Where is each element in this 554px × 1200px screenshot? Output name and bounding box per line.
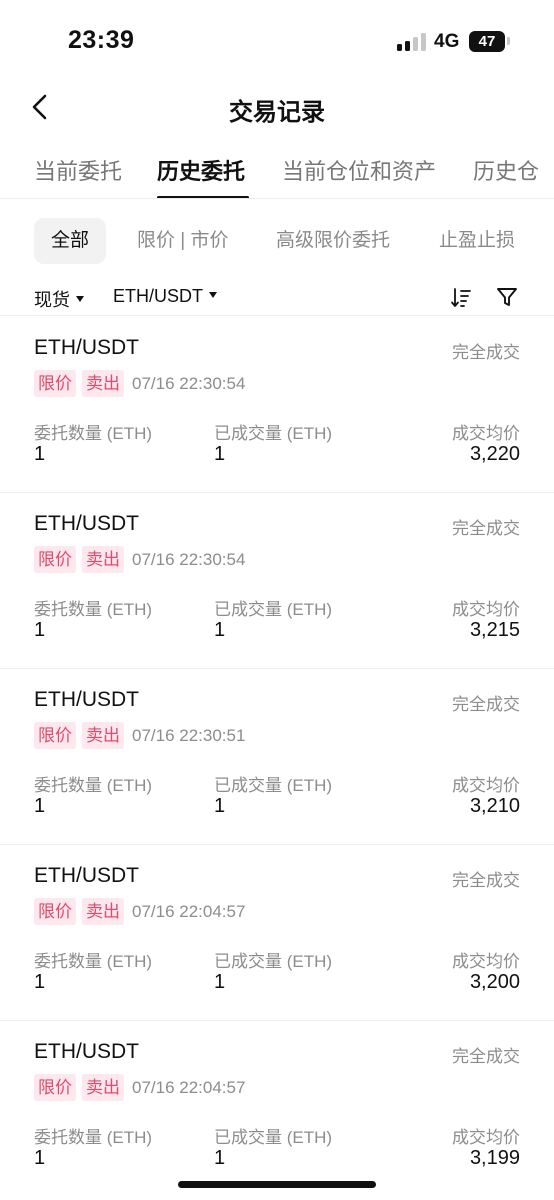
qty-value: 1 [34, 619, 46, 641]
filter-limit-market[interactable]: 限价 | 市价 [137, 218, 229, 264]
filter-row: 现货 ETH/USDT [0, 284, 554, 314]
order-status: 完全成交 [452, 1047, 520, 1066]
filter-advanced-limit[interactable]: 高级限价委托 [276, 218, 390, 264]
filled-value: 1 [214, 795, 226, 817]
avg-price-label: 成交均价 [452, 776, 520, 795]
filled-label: 已成交量 (ETH) [214, 776, 333, 795]
sort-icon [451, 288, 471, 307]
page-title: 交易记录 [229, 99, 325, 126]
status-time: 23:39 [68, 26, 135, 54]
tab-order-history[interactable]: 历史委托 [157, 154, 245, 186]
order-tags: 限价 卖出 07/16 22:30:51 [34, 722, 245, 749]
market-dropdown-label: 现货 [34, 290, 70, 310]
cellular-signal-icon [397, 33, 427, 51]
avg-price-label: 成交均价 [452, 1128, 520, 1147]
avg-price-label: 成交均价 [452, 600, 520, 619]
order-datetime: 07/16 22:30:54 [132, 550, 246, 569]
filter-funnel-icon [497, 288, 517, 306]
main-tabs: 当前委托 历史委托 当前仓位和资产 历史仓 [0, 150, 554, 199]
qty-value: 1 [34, 443, 46, 465]
order-datetime: 07/16 22:30:51 [132, 726, 246, 745]
status-bar: 23:39 4G 47 [0, 0, 554, 84]
order-status: 完全成交 [452, 343, 520, 362]
order-side-badge: 卖出 [82, 722, 124, 749]
order-status: 完全成交 [452, 695, 520, 714]
order-card[interactable]: ETH/USDT 完全成交 限价 卖出 07/16 22:04:57 委托数量 (E… [0, 1020, 554, 1196]
market-dropdown[interactable]: 现货 [34, 286, 84, 312]
avg-price-label: 成交均价 [452, 952, 520, 971]
filter-button[interactable] [495, 285, 519, 309]
filled-label: 已成交量 (ETH) [214, 600, 333, 619]
order-type-filters: 全部 限价 | 市价 高级限价委托 止盈止损 [0, 218, 554, 264]
order-type-badge: 限价 [34, 898, 76, 925]
trade-history-screen: 23:39 4G 47 交易记录 当前委托 历史委托 当前仓位和资产 历史仓 全… [0, 0, 554, 1200]
order-status: 完全成交 [452, 519, 520, 538]
filter-tp-sl[interactable]: 止盈止损 [439, 218, 515, 264]
tab-positions-assets[interactable]: 当前仓位和资产 [282, 154, 436, 186]
order-pair: ETH/USDT [34, 1040, 139, 1063]
order-datetime: 07/16 22:30:54 [132, 374, 246, 393]
filled-label: 已成交量 (ETH) [214, 952, 333, 971]
avg-price-value: 3,220 [469, 443, 520, 465]
order-card[interactable]: ETH/USDT 完全成交 限价 卖出 07/16 22:30:54 委托数量 (E… [0, 492, 554, 669]
filled-value: 1 [214, 971, 226, 993]
order-card[interactable]: ETH/USDT 完全成交 限价 卖出 07/16 22:30:51 委托数量 (E… [0, 668, 554, 845]
order-tags: 限价 卖出 07/16 22:04:57 [34, 1074, 245, 1101]
order-type-badge: 限价 [34, 370, 76, 397]
order-datetime: 07/16 22:04:57 [132, 902, 246, 921]
order-pair: ETH/USDT [34, 512, 139, 535]
order-tags: 限价 卖出 07/16 22:30:54 [34, 546, 245, 573]
order-side-badge: 卖出 [82, 1074, 124, 1101]
qty-value: 1 [34, 1147, 46, 1169]
battery-cap [507, 37, 510, 45]
home-indicator[interactable] [178, 1181, 376, 1188]
order-type-badge: 限价 [34, 546, 76, 573]
qty-label: 委托数量 (ETH) [34, 776, 153, 795]
qty-value: 1 [34, 971, 46, 993]
tab-open-orders[interactable]: 当前委托 [34, 154, 122, 186]
caret-down-icon [76, 296, 84, 303]
avg-price-value: 3,199 [469, 1147, 520, 1169]
filled-value: 1 [214, 443, 226, 465]
caret-down-icon [209, 292, 217, 299]
pair-dropdown[interactable]: ETH/USDT [113, 286, 217, 307]
order-tags: 限价 卖出 07/16 22:30:54 [34, 370, 245, 397]
order-pair: ETH/USDT [34, 336, 139, 359]
filled-value: 1 [214, 619, 226, 641]
qty-value: 1 [34, 795, 46, 817]
nav-bar: 交易记录 [0, 84, 554, 132]
order-type-badge: 限价 [34, 722, 76, 749]
order-side-badge: 卖出 [82, 898, 124, 925]
qty-label: 委托数量 (ETH) [34, 952, 153, 971]
qty-label: 委托数量 (ETH) [34, 1128, 153, 1147]
filled-value: 1 [214, 1147, 226, 1169]
order-pair: ETH/USDT [34, 864, 139, 887]
avg-price-value: 3,215 [469, 619, 520, 641]
active-tab-indicator [157, 196, 249, 198]
avg-price-value: 3,200 [469, 971, 520, 993]
battery-level: 47 [478, 33, 496, 50]
avg-price-label: 成交均价 [452, 424, 520, 443]
order-side-badge: 卖出 [82, 370, 124, 397]
order-type-badge: 限价 [34, 1074, 76, 1101]
sort-button[interactable] [450, 286, 472, 310]
order-status: 完全成交 [452, 871, 520, 890]
qty-label: 委托数量 (ETH) [34, 600, 153, 619]
battery-icon: 47 [469, 31, 505, 52]
tab-position-history[interactable]: 历史仓 [473, 154, 539, 186]
filter-all[interactable]: 全部 [34, 218, 107, 264]
order-card[interactable]: ETH/USDT 完全成交 限价 卖出 07/16 22:30:54 委托数量 (E… [0, 316, 554, 493]
order-card[interactable]: ETH/USDT 完全成交 限价 卖出 07/16 22:04:57 委托数量 (E… [0, 844, 554, 1021]
qty-label: 委托数量 (ETH) [34, 424, 153, 443]
order-side-badge: 卖出 [82, 546, 124, 573]
pair-dropdown-label: ETH/USDT [113, 286, 203, 306]
order-datetime: 07/16 22:04:57 [132, 1078, 246, 1097]
order-tags: 限价 卖出 07/16 22:04:57 [34, 898, 245, 925]
avg-price-value: 3,210 [469, 795, 520, 817]
order-pair: ETH/USDT [34, 688, 139, 711]
filled-label: 已成交量 (ETH) [214, 424, 333, 443]
network-type: 4G [434, 31, 460, 52]
filled-label: 已成交量 (ETH) [214, 1128, 333, 1147]
